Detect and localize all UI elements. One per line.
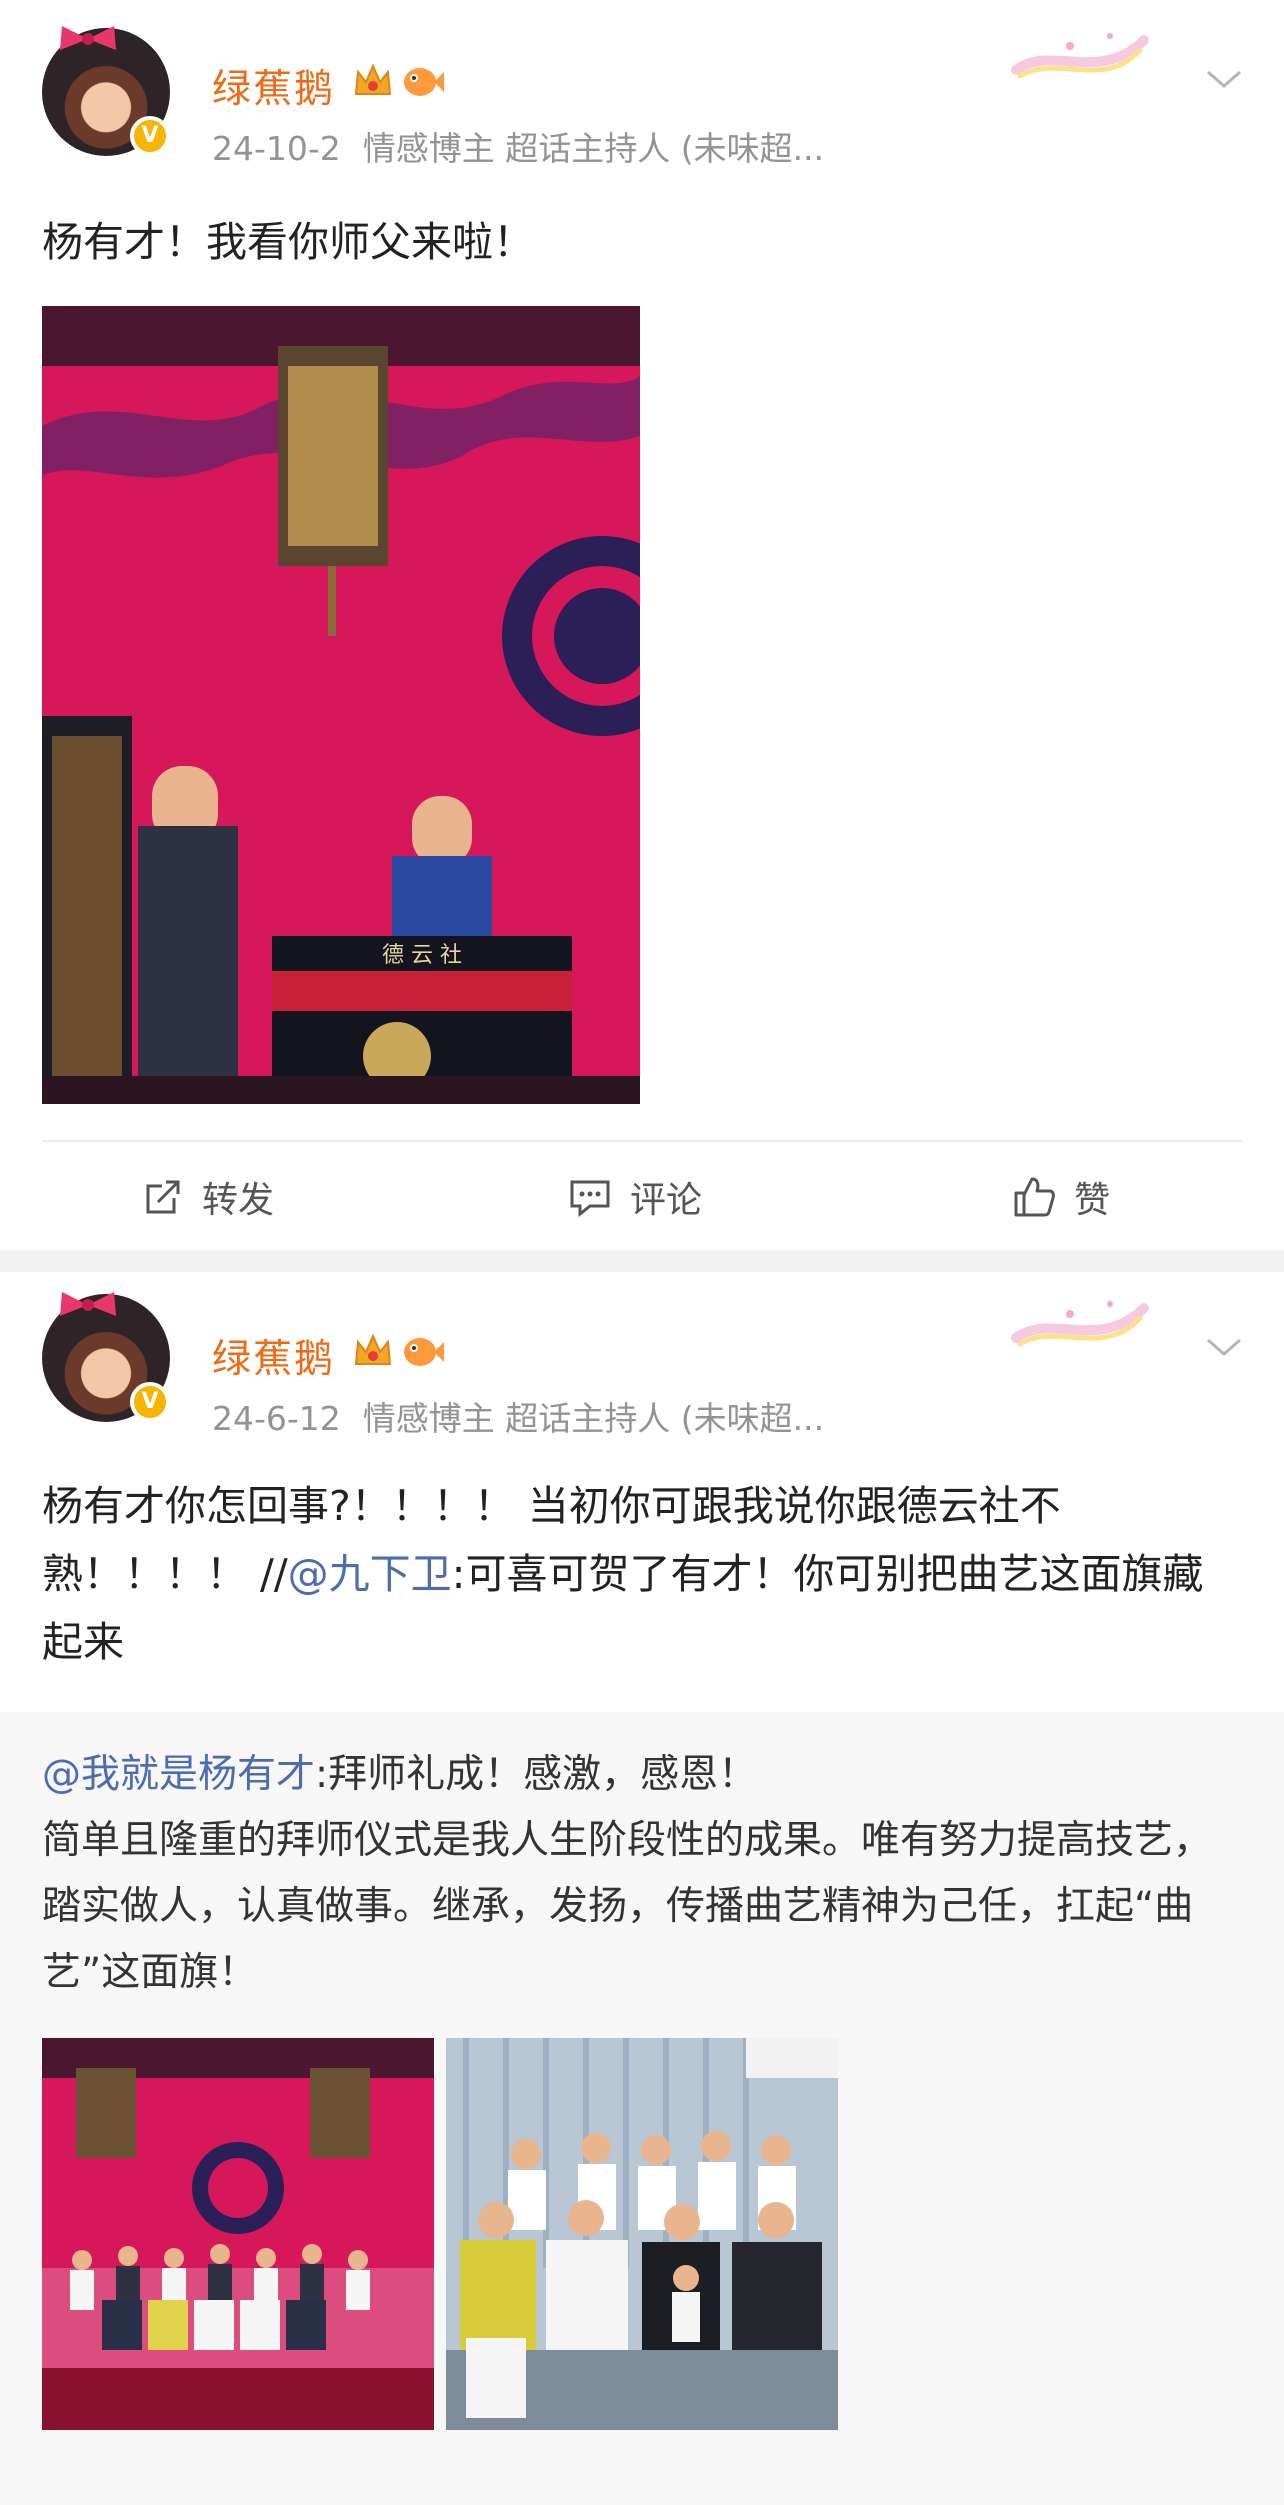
fish-icon bbox=[404, 1338, 444, 1366]
author-tags: 情感博主 超话主持人 (未味超... bbox=[362, 1399, 825, 1438]
repost-headline: :拜师礼成！感激，感恩！ bbox=[315, 1752, 758, 1797]
fish-icon bbox=[404, 68, 444, 96]
verified-badge-icon: V bbox=[130, 1382, 170, 1422]
repost-button[interactable]: 转发 bbox=[142, 1142, 274, 1252]
author-name[interactable]: 绿蕉鹅 bbox=[212, 58, 335, 114]
reposted-content[interactable]: @我就是杨有才:拜师礼成！感激，感恩！ 简单且隆重的拜师仪式是我人生阶段性的成果。… bbox=[0, 1712, 1284, 2505]
comment-icon bbox=[570, 1180, 610, 1218]
comment-label: 评论 bbox=[630, 1180, 703, 1221]
author-avatar[interactable]: V bbox=[42, 1292, 170, 1422]
post-action-bar: 转发 评论 赞 bbox=[42, 1140, 1242, 1250]
like-icon bbox=[1014, 1177, 1055, 1217]
author-tags: 情感博主 超话主持人 (未味超... bbox=[362, 129, 825, 168]
post-text: 杨有才！我看你师父来啦！ bbox=[42, 218, 534, 266]
bow-icon bbox=[60, 1292, 116, 1316]
post-meta: 24-10-2 情感博主 超话主持人 (未味超... bbox=[212, 122, 824, 170]
verified-badge-icon: V bbox=[130, 116, 170, 156]
post-text: 杨有才你怎回事?！！！！ 当初你可跟我说你跟德云社不熟！！！！ //@九下卫:可… bbox=[42, 1472, 1242, 1676]
ceremony-stage-illustration bbox=[42, 2038, 434, 2430]
crown-icon bbox=[354, 63, 392, 95]
decoration-ribbon-icon bbox=[1011, 1301, 1149, 1347]
author-avatar[interactable]: V bbox=[42, 26, 170, 156]
post-meta: 24-6-12 情感博主 超话主持人 (未味超... bbox=[212, 1392, 824, 1440]
author-name[interactable]: 绿蕉鹅 bbox=[212, 1328, 335, 1384]
bow-icon bbox=[60, 26, 116, 50]
weibo-post-2: V 绿蕉鹅 24-6-12 情感博主 超话主持人 (未味超... 杨有才你怎回事?… bbox=[0, 1272, 1284, 2505]
repost-photo-ceremony-stage[interactable] bbox=[42, 2038, 434, 2430]
chevron-down-icon[interactable] bbox=[1204, 66, 1244, 92]
post-photo-stage[interactable]: 德 云 社 bbox=[42, 306, 640, 1104]
crown-icon bbox=[354, 1333, 392, 1365]
post-date: 24-10-2 bbox=[212, 129, 341, 168]
repost-photo-group[interactable] bbox=[446, 2038, 838, 2430]
weibo-post-1: V 绿蕉鹅 24-10-2 情感博主 超话主持人 (未味超... 杨有才！我看你师… bbox=[0, 0, 1284, 1250]
decoration-ribbon-icon bbox=[1011, 33, 1149, 79]
repost-author-mention[interactable]: @我就是杨有才 bbox=[42, 1752, 315, 1797]
post-date: 24-6-12 bbox=[212, 1399, 341, 1438]
repost-text: @我就是杨有才:拜师礼成！感激，感恩！ 简单且隆重的拜师仪式是我人生阶段性的成果。… bbox=[42, 1742, 1244, 2006]
comment-button[interactable]: 评论 bbox=[568, 1142, 702, 1252]
like-label: 赞 bbox=[1074, 1180, 1111, 1221]
repost-label: 转发 bbox=[202, 1180, 275, 1221]
like-button[interactable]: 赞 bbox=[1012, 1142, 1110, 1252]
repost-body: 简单且隆重的拜师仪式是我人生阶段性的成果。唯有努力提高技艺，踏实做人，认真做事。… bbox=[42, 1818, 1213, 1995]
group-photo-illustration bbox=[446, 2038, 838, 2430]
chevron-down-icon[interactable] bbox=[1204, 1334, 1244, 1360]
repost-icon bbox=[146, 1180, 180, 1214]
mention-link[interactable]: @九下卫 bbox=[288, 1550, 452, 1598]
stage-photo-illustration: 德 云 社 bbox=[42, 306, 640, 1104]
stage-sign-text: 德 云 社 bbox=[382, 943, 462, 968]
